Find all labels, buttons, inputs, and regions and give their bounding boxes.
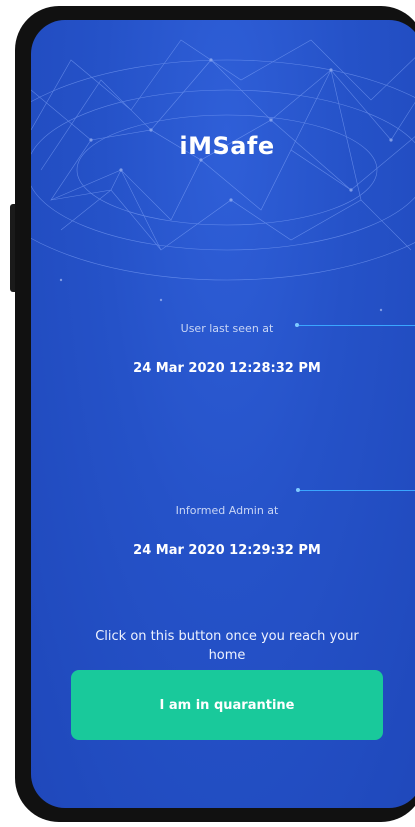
app-title: iMSafe (179, 132, 275, 160)
quarantine-button[interactable]: I am in quarantine (71, 670, 383, 740)
app-screen: iMSafe User last seen at 24 Mar 2020 12:… (31, 20, 415, 808)
informed-admin-timestamp: 24 Mar 2020 12:29:32 PM (133, 543, 321, 558)
page: iMSafe User last seen at 24 Mar 2020 12:… (0, 0, 415, 827)
last-seen-label: User last seen at (180, 322, 274, 335)
globe-network-illustration (31, 39, 415, 312)
instruction-text: Click on this button once you reach your… (95, 629, 359, 663)
last-seen-timestamp: 24 Mar 2020 12:28:32 PM (133, 361, 321, 376)
informed-admin-label: Informed Admin at (175, 504, 279, 517)
last-seen-callout-line (299, 325, 415, 326)
admin-callout-line (300, 490, 415, 491)
